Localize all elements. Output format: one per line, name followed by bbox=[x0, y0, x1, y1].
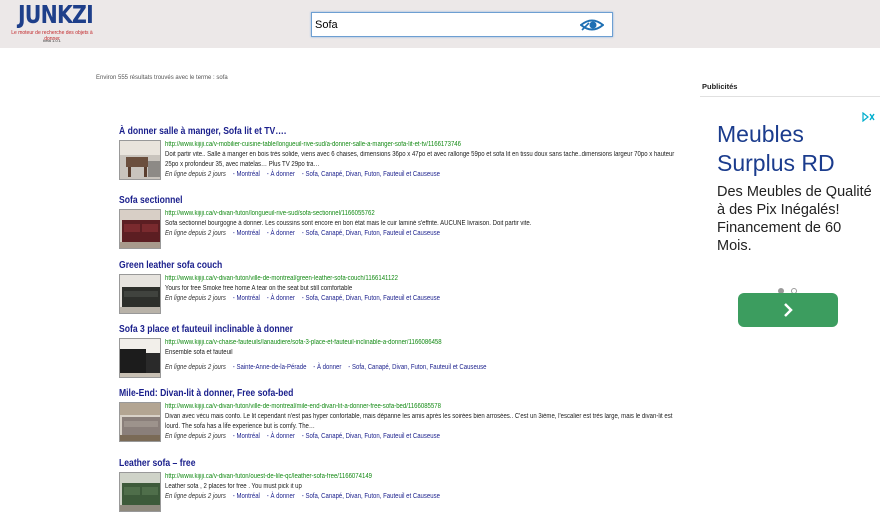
result-title[interactable]: Green leather sofa couch bbox=[119, 260, 222, 271]
logo-text: JUNKZI bbox=[18, 0, 94, 29]
result-meta: En ligne depuis 2 jours - Montréal - À don… bbox=[165, 294, 698, 304]
result-url[interactable]: http://www.kijiji.ca/v-divan-futon/longu… bbox=[165, 209, 681, 219]
chevron-right-icon bbox=[784, 303, 793, 317]
result-description: Yours for free Smoke free home A tear on… bbox=[165, 285, 353, 292]
result-time: En ligne depuis 2 jours bbox=[165, 433, 226, 440]
logo-version: beta 1.0.1 bbox=[43, 38, 61, 43]
result-time: En ligne depuis 2 jours bbox=[165, 171, 226, 178]
result-description: Doit partir vite.. Salle à manger en boi… bbox=[165, 151, 675, 168]
result-meta: En ligne depuis 2 jours - Montréal - À don… bbox=[165, 229, 698, 239]
result-subcategory-link[interactable]: - Sofa, Canapé, Divan, Futon, Fauteuil e… bbox=[302, 433, 440, 440]
top-bar: JUNKZI Le moteur de recherche des objets… bbox=[0, 0, 880, 48]
eye-search-icon[interactable] bbox=[580, 17, 604, 33]
result-meta: En ligne depuis 2 jours - Montréal - À don… bbox=[165, 432, 698, 442]
logo[interactable]: JUNKZI Le moteur de recherche des objets… bbox=[6, 0, 98, 46]
ad-next-button[interactable] bbox=[738, 293, 838, 327]
result-description: Ensemble sofa et fauteuil bbox=[165, 349, 233, 356]
ad-carousel-dots bbox=[778, 281, 808, 294]
result-time: En ligne depuis 2 jours bbox=[165, 493, 226, 500]
result-time: En ligne depuis 2 jours bbox=[165, 230, 226, 237]
result-time: En ligne depuis 2 jours bbox=[165, 295, 226, 302]
result-meta: En ligne depuis 2 jours - Montréal - À don… bbox=[165, 170, 698, 180]
result-thumbnail[interactable] bbox=[119, 274, 161, 314]
result-url[interactable]: http://www.kijiji.ca/v-divan-futon/ville… bbox=[165, 402, 681, 412]
result-location-link[interactable]: - Montréal bbox=[233, 171, 260, 178]
search-box[interactable] bbox=[311, 12, 613, 37]
result-meta: En ligne depuis 2 jours - Montréal - À don… bbox=[165, 492, 698, 502]
result-description: Leather sofa , 2 places for free . You m… bbox=[165, 483, 302, 490]
result-url[interactable]: http://www.kijiji.ca/v-chaise-fauteuils/… bbox=[165, 338, 681, 348]
result-thumbnail[interactable] bbox=[119, 140, 161, 180]
result-thumbnail[interactable] bbox=[119, 402, 161, 442]
result-subcategory-link[interactable]: - Sofa, Canapé, Divan, Futon, Fauteuil e… bbox=[348, 364, 486, 371]
result-location-link[interactable]: - Montréal bbox=[233, 295, 260, 302]
result-subcategory-link[interactable]: - Sofa, Canapé, Divan, Futon, Fauteuil e… bbox=[302, 493, 440, 500]
result-description: Sofa sectionnel bourgogne à donner. Les … bbox=[165, 220, 532, 227]
result-category-link[interactable]: - À donner bbox=[267, 295, 295, 302]
result-thumbnail[interactable] bbox=[119, 338, 161, 378]
ad-banner[interactable]: Meubles Surplus RD Des Meubles de Qualit… bbox=[700, 110, 880, 520]
result-location-link[interactable]: - Montréal bbox=[233, 230, 260, 237]
ads-label: Publicités bbox=[702, 82, 738, 91]
result-location-link[interactable]: - Montréal bbox=[233, 493, 260, 500]
result-title[interactable]: Mile-End: Divan-lit à donner, Free sofa-… bbox=[119, 388, 293, 399]
results-count: Environ 555 résultats trouvés avec le te… bbox=[96, 75, 228, 81]
result-url[interactable]: http://www.kijiji.ca/v-mobilier-cuisine-… bbox=[165, 140, 681, 150]
search-input[interactable] bbox=[315, 16, 570, 33]
result-location-link[interactable]: - Montréal bbox=[233, 433, 260, 440]
result-url[interactable]: http://www.kijiji.ca/v-divan-futon/ville… bbox=[165, 274, 681, 284]
result-description: Divan avec vécu mais confo. Le lit cepen… bbox=[165, 413, 673, 430]
result-subcategory-link[interactable]: - Sofa, Canapé, Divan, Futon, Fauteuil e… bbox=[302, 171, 440, 178]
result-category-link[interactable]: - À donner bbox=[313, 364, 341, 371]
result-category-link[interactable]: - À donner bbox=[267, 493, 295, 500]
result-thumbnail[interactable] bbox=[119, 472, 161, 512]
result-category-link[interactable]: - À donner bbox=[267, 433, 295, 440]
result-title[interactable]: Leather sofa – free bbox=[119, 458, 195, 469]
ad-text: Des Meubles de Qualité à des Pix Inégalé… bbox=[717, 184, 872, 254]
result-subcategory-link[interactable]: - Sofa, Canapé, Divan, Futon, Fauteuil e… bbox=[302, 230, 440, 237]
result-url[interactable]: http://www.kijiji.ca/v-divan-futon/ouest… bbox=[165, 472, 681, 482]
result-thumbnail[interactable] bbox=[119, 209, 161, 249]
result-category-link[interactable]: - À donner bbox=[267, 230, 295, 237]
result-time: En ligne depuis 2 jours bbox=[165, 364, 226, 371]
result-meta: En ligne depuis 2 jours - Sainte-Anne-de-… bbox=[165, 363, 698, 373]
result-category-link[interactable]: - À donner bbox=[267, 171, 295, 178]
result-location-link[interactable]: - Sainte-Anne-de-la-Pérade bbox=[233, 364, 307, 371]
result-subcategory-link[interactable]: - Sofa, Canapé, Divan, Futon, Fauteuil e… bbox=[302, 295, 440, 302]
ad-title[interactable]: Meubles Surplus RD bbox=[717, 120, 877, 178]
ads-divider bbox=[700, 96, 880, 97]
result-title[interactable]: Sofa sectionnel bbox=[119, 195, 183, 206]
result-title[interactable]: À donner salle à manger, Sofa lit et TV…… bbox=[119, 126, 286, 137]
result-title[interactable]: Sofa 3 place et fauteuil inclinable à do… bbox=[119, 324, 293, 335]
